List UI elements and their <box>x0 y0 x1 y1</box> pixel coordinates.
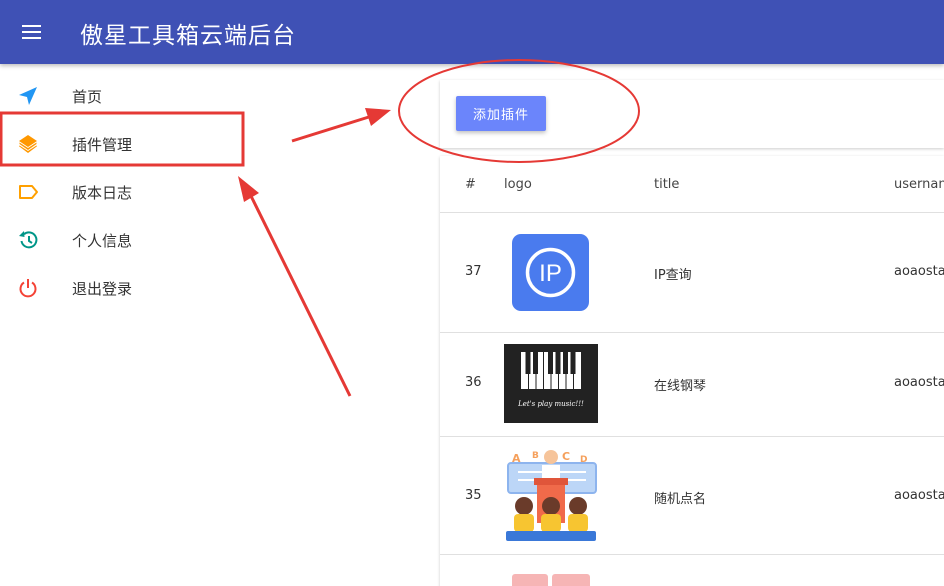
sidebar-item-plugins[interactable]: 插件管理 <box>0 120 380 168</box>
app-title: 傲星工具箱云端后台 <box>80 23 296 49</box>
sidebar-item-changelog[interactable]: 版本日志 <box>0 168 380 216</box>
classroom-logo: A B C D <box>506 450 597 541</box>
sidebar-item-label: 首页 <box>72 88 103 106</box>
header-id[interactable]: # <box>465 177 476 192</box>
sidebar-item-profile[interactable]: 个人信息 <box>0 216 380 264</box>
row-id: 36 <box>465 375 482 390</box>
table-row[interactable]: 37 IP IP查询 aoaosta <box>440 213 944 333</box>
header-logo[interactable]: logo <box>504 177 532 192</box>
partial-row-logo <box>512 574 590 586</box>
header-title[interactable]: title <box>654 177 679 192</box>
row-id: 37 <box>465 264 482 279</box>
piano-logo: Let's play music!!! <box>504 344 598 423</box>
history-icon <box>19 231 38 249</box>
main-content: 添加插件 # logo title usernan 37 IP IP查询 aoa… <box>440 80 944 586</box>
navigation-arrow-icon <box>19 87 37 105</box>
sidebar-item-label: 个人信息 <box>72 232 133 250</box>
sidebar-item-logout[interactable]: 退出登录 <box>0 264 380 312</box>
layers-icon <box>19 135 37 153</box>
hamburger-icon[interactable] <box>14 18 50 46</box>
power-icon <box>19 279 37 298</box>
sidebar-item-label: 插件管理 <box>72 136 133 154</box>
row-id: 35 <box>465 488 482 503</box>
add-plugin-button[interactable]: 添加插件 <box>456 96 546 131</box>
row-title: 在线钢琴 <box>654 379 707 394</box>
sidebar-item-label: 版本日志 <box>72 184 133 202</box>
label-tag-icon <box>19 185 38 199</box>
row-username: aoaosta <box>894 264 944 279</box>
row-username: aoaosta <box>894 488 944 503</box>
plugins-table: # logo title usernan 37 IP IP查询 aoaosta … <box>440 156 944 586</box>
sidebar: 首页 插件管理 版本日志 个人信息 退出登录 <box>0 64 380 586</box>
svg-text:C: C <box>562 450 570 463</box>
sidebar-item-label: 退出登录 <box>72 280 133 298</box>
app-bar: 傲星工具箱云端后台 <box>0 0 944 64</box>
row-username: aoaosta <box>894 375 944 390</box>
sidebar-item-home[interactable]: 首页 <box>0 72 380 120</box>
table-row[interactable]: 36 Let's play music!!! 在线钢琴 aoaosta <box>440 333 944 437</box>
svg-text:B: B <box>532 451 539 461</box>
row-title: IP查询 <box>654 268 692 283</box>
table-row[interactable]: 35 A B C D 随机点名 aoaosta <box>440 437 944 555</box>
row-title: 随机点名 <box>654 492 707 507</box>
toolbar-card: 添加插件 <box>440 80 944 148</box>
ip-logo-text: IP <box>539 260 562 287</box>
header-username[interactable]: usernan <box>894 177 944 192</box>
ip-logo: IP <box>512 234 589 311</box>
table-header: # logo title usernan <box>440 156 944 213</box>
piano-logo-text: Let's play music!!! <box>517 400 584 408</box>
